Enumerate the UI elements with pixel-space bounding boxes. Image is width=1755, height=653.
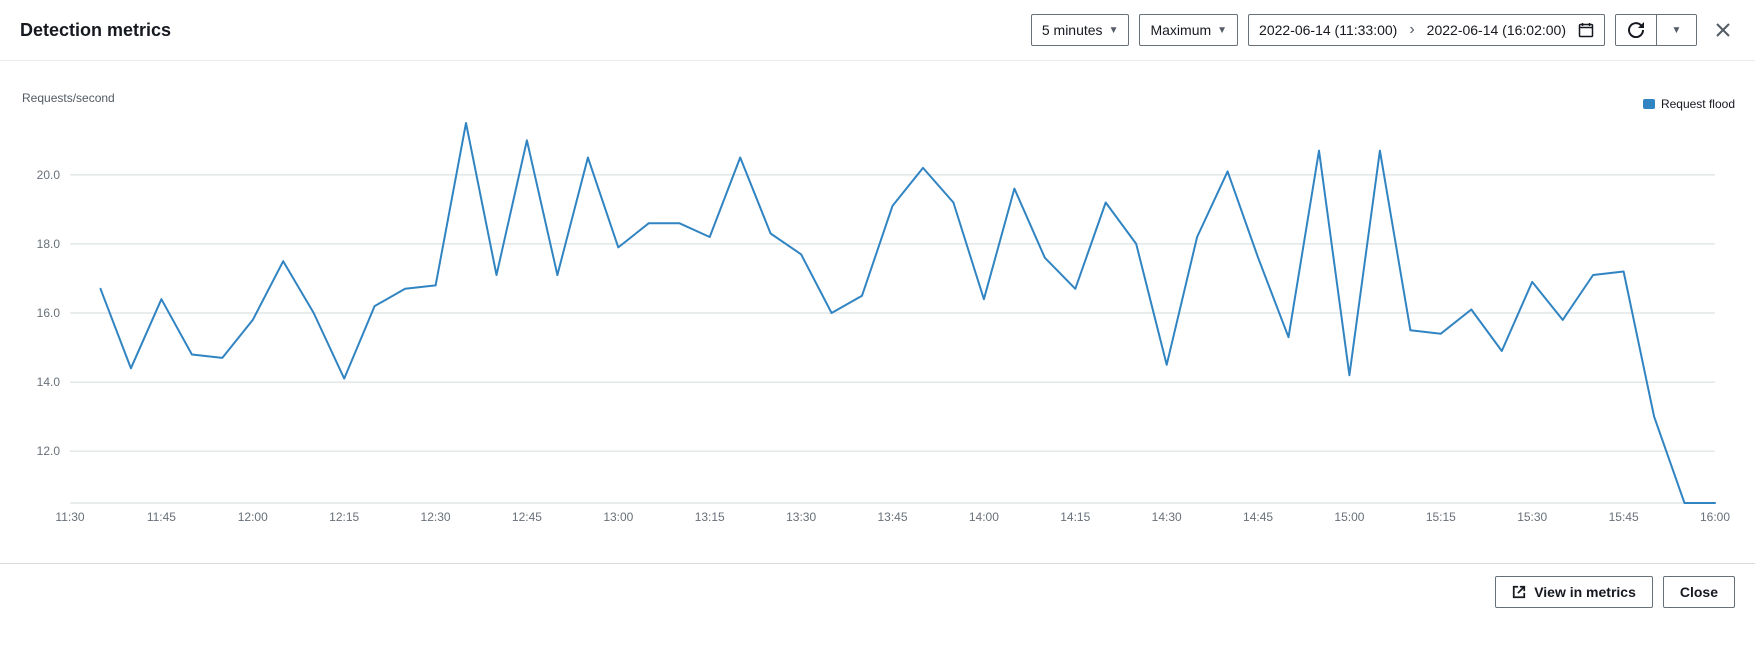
close-button-footer[interactable]: Close [1663, 576, 1735, 608]
chart-panel: Requests/second Request flood 12.0 14.0 16… [0, 61, 1755, 563]
svg-text:14:00: 14:00 [969, 510, 999, 524]
chevron-down-icon: ▼ [1217, 25, 1227, 36]
footer: View in metrics Close [0, 563, 1755, 620]
svg-text:12.0: 12.0 [37, 444, 61, 458]
svg-text:15:45: 15:45 [1609, 510, 1639, 524]
svg-text:15:15: 15:15 [1426, 510, 1456, 524]
refresh-button-group: ▼ [1615, 14, 1697, 46]
svg-text:13:30: 13:30 [786, 510, 816, 524]
svg-text:12:30: 12:30 [421, 510, 451, 524]
view-in-metrics-label: View in metrics [1534, 584, 1636, 600]
svg-text:18.0: 18.0 [37, 237, 61, 251]
svg-text:14:30: 14:30 [1152, 510, 1182, 524]
view-in-metrics-button[interactable]: View in metrics [1495, 576, 1653, 608]
period-dropdown[interactable]: 5 minutes ▼ [1031, 14, 1130, 46]
chart-legend: Request flood [1643, 97, 1735, 111]
refresh-options-button[interactable]: ▼ [1656, 15, 1696, 45]
svg-text:11:30: 11:30 [55, 510, 84, 524]
svg-text:12:00: 12:00 [238, 510, 268, 524]
close-button[interactable] [1711, 18, 1735, 42]
toolbar: 5 minutes ▼ Maximum ▼ 2022-06-14 (11:33:… [1031, 14, 1735, 46]
calendar-icon [1578, 22, 1594, 38]
svg-text:13:00: 13:00 [603, 510, 633, 524]
period-dropdown-label: 5 minutes [1042, 22, 1103, 38]
svg-text:14.0: 14.0 [37, 375, 61, 389]
svg-text:13:15: 13:15 [695, 510, 725, 524]
header: Detection metrics 5 minutes ▼ Maximum ▼ … [0, 0, 1755, 61]
time-range-picker[interactable]: 2022-06-14 (11:33:00) › 2022-06-14 (16:0… [1248, 14, 1605, 46]
svg-text:15:30: 15:30 [1517, 510, 1547, 524]
time-to: 2022-06-14 (16:02:00) [1427, 22, 1566, 38]
page-title: Detection metrics [20, 20, 171, 41]
svg-text:15:00: 15:00 [1334, 510, 1364, 524]
close-icon [1716, 23, 1730, 37]
refresh-icon [1628, 22, 1644, 38]
statistic-dropdown-label: Maximum [1150, 22, 1211, 38]
chart: 12.0 14.0 16.0 18.0 20.0 11:30 11:45 12:00 12:15… [20, 113, 1735, 543]
svg-text:14:15: 14:15 [1060, 510, 1090, 524]
legend-swatch [1643, 99, 1655, 109]
chevron-down-icon: ▼ [1109, 25, 1119, 36]
svg-text:11:45: 11:45 [147, 510, 176, 524]
svg-text:14:45: 14:45 [1243, 510, 1273, 524]
svg-text:16:00: 16:00 [1700, 510, 1730, 524]
statistic-dropdown[interactable]: Maximum ▼ [1139, 14, 1238, 46]
external-link-icon [1512, 585, 1526, 599]
svg-text:16.0: 16.0 [37, 306, 61, 320]
svg-text:20.0: 20.0 [37, 168, 61, 182]
refresh-button[interactable] [1616, 15, 1656, 45]
time-from: 2022-06-14 (11:33:00) [1259, 22, 1397, 38]
legend-label: Request flood [1661, 97, 1735, 111]
svg-text:13:45: 13:45 [877, 510, 907, 524]
chevron-right-icon: › [1409, 21, 1414, 39]
svg-text:12:15: 12:15 [329, 510, 359, 524]
close-label: Close [1680, 584, 1718, 600]
chart-title: Requests/second [22, 91, 1735, 105]
chevron-down-icon: ▼ [1672, 25, 1682, 36]
svg-text:12:45: 12:45 [512, 510, 542, 524]
